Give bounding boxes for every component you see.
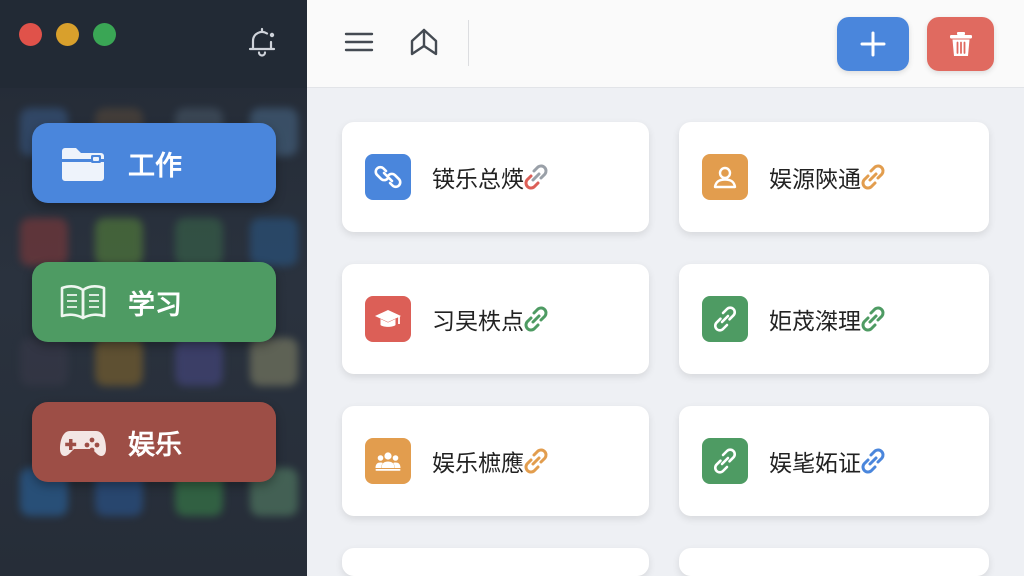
window-close-button[interactable]	[19, 23, 42, 46]
link-card[interactable]: 娱乐樜應	[342, 406, 649, 516]
plus-icon	[860, 31, 886, 57]
folder-icon	[58, 141, 108, 185]
gamepad-icon	[58, 420, 108, 464]
card-label: 娱源陝通	[769, 167, 861, 193]
link-card[interactable]: 娱源陝通	[679, 122, 989, 232]
chain-link-icon	[518, 159, 554, 195]
link-card[interactable]: 娱毞妬证	[679, 406, 989, 516]
card-label: 娱乐樜應	[432, 451, 524, 477]
link-icon	[702, 296, 748, 342]
window-minimize-button[interactable]	[56, 23, 79, 46]
chain-link-icon	[855, 443, 891, 479]
link-card[interactable]	[679, 548, 989, 576]
link-card[interactable]: 锳乐总煐	[342, 122, 649, 232]
graduation-cap-icon	[365, 296, 411, 342]
chain-link-icon	[518, 443, 554, 479]
category-work-label: 工作	[128, 150, 182, 182]
toolbar-divider	[468, 20, 469, 66]
toolbar	[307, 0, 1024, 88]
book-icon	[58, 280, 108, 324]
bookmark-tag-icon[interactable]	[406, 24, 442, 60]
link-card[interactable]: 习旲柣点	[342, 264, 649, 374]
card-label: 锳乐总煐	[432, 167, 524, 193]
sidebar: 工作 学习 娱乐	[0, 0, 307, 576]
link-icon	[365, 154, 411, 200]
card-label: 娱毞妬证	[769, 451, 861, 477]
link-card[interactable]: 姖荗滐理	[679, 264, 989, 374]
link-icon	[702, 438, 748, 484]
user-icon	[702, 154, 748, 200]
window-maximize-button[interactable]	[93, 23, 116, 46]
main-content: 锳乐总煐 娱源陝通 习旲柣点 姖荗滐理 娱乐樜應 娱毞妬证	[307, 0, 1024, 576]
category-study-label: 学习	[128, 289, 182, 321]
card-label: 习旲柣点	[432, 309, 524, 335]
chain-link-icon	[855, 159, 891, 195]
link-card[interactable]	[342, 548, 649, 576]
delete-button[interactable]	[927, 17, 994, 71]
chain-link-icon	[855, 301, 891, 337]
card-label: 姖荗滐理	[769, 309, 861, 335]
trash-icon	[949, 32, 972, 56]
window-titlebar	[0, 0, 307, 88]
category-entertainment-label: 娱乐	[128, 429, 182, 461]
add-button[interactable]	[837, 17, 909, 71]
category-work-button[interactable]: 工作	[32, 123, 276, 203]
category-entertainment-button[interactable]: 娱乐	[32, 402, 276, 482]
category-study-button[interactable]: 学习	[32, 262, 276, 342]
group-icon	[365, 438, 411, 484]
chain-link-icon	[518, 301, 554, 337]
hamburger-menu-icon[interactable]	[341, 24, 377, 60]
bell-icon[interactable]	[244, 24, 280, 60]
